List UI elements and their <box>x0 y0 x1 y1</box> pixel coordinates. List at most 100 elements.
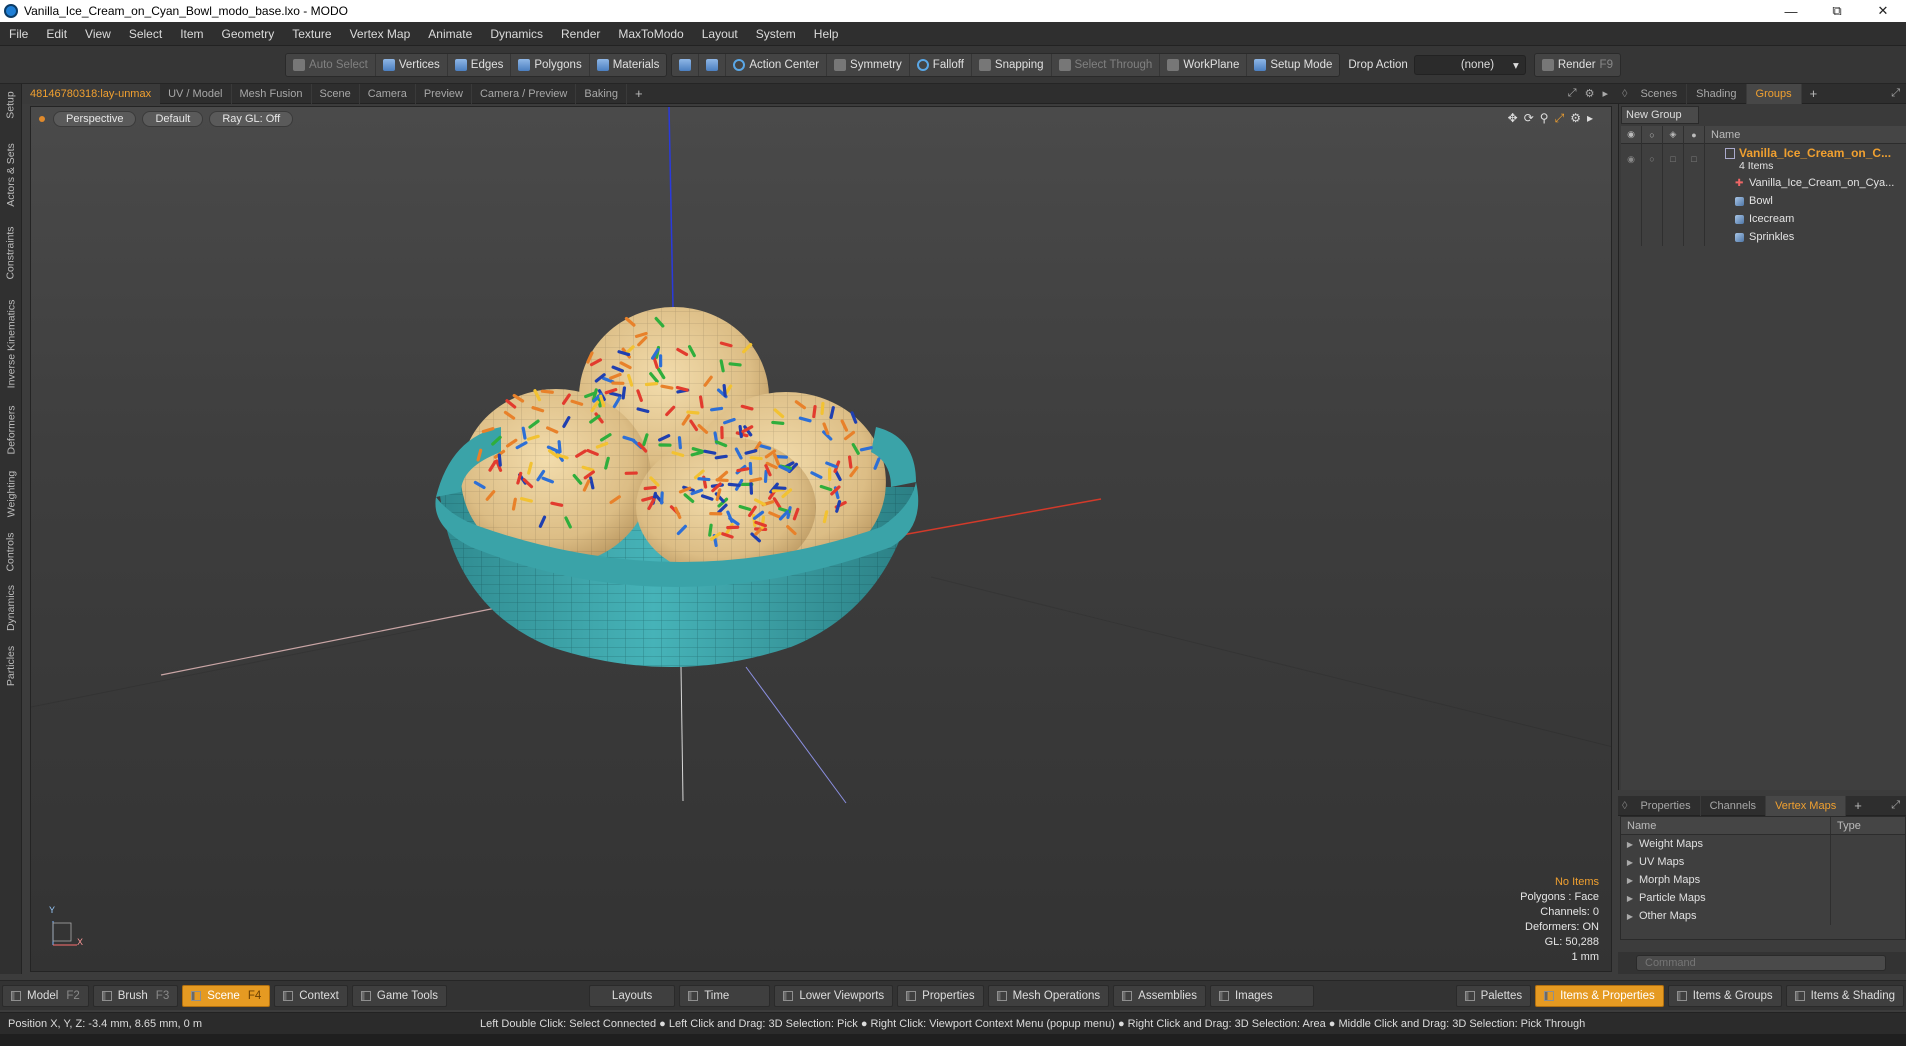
vertices-button[interactable]: Vertices <box>376 53 448 76</box>
menu-texture[interactable]: Texture <box>283 27 340 41</box>
expand-arrow-icon[interactable]: ▶ <box>1621 858 1639 867</box>
game-tools-layout-button[interactable]: Game Tools <box>351 984 448 1007</box>
command-input[interactable] <box>1636 955 1886 971</box>
brush-layout-button[interactable]: Brush F3 <box>92 984 179 1007</box>
pan-icon[interactable]: ✥ <box>1508 111 1518 126</box>
expand-arrow-icon[interactable]: ▶ <box>1621 840 1639 849</box>
menu-item[interactable]: Item <box>171 27 212 41</box>
properties-button[interactable]: Properties <box>897 984 984 1007</box>
setup-mode-button[interactable]: Setup Mode <box>1247 54 1339 76</box>
name-column-header[interactable]: Name <box>1705 129 1740 141</box>
add-tab-button[interactable]: + <box>627 86 651 101</box>
falloff-button[interactable]: Falloff <box>910 53 972 76</box>
menu-layout[interactable]: Layout <box>693 27 747 41</box>
mesh-operations-button[interactable]: Mesh Operations <box>987 984 1110 1007</box>
add-props-tab-button[interactable]: + <box>1846 798 1870 813</box>
vtab-controls[interactable]: Controls <box>2 528 20 576</box>
more-icon[interactable]: ▸ <box>1587 111 1593 126</box>
time-button[interactable]: Time <box>679 984 771 1007</box>
snapping-button[interactable]: Snapping <box>972 53 1052 76</box>
edges-button[interactable]: Edges <box>448 53 512 76</box>
tab-vertex-maps[interactable]: Vertex Maps <box>1766 795 1847 816</box>
menu-select[interactable]: Select <box>120 27 171 41</box>
menu-file[interactable]: File <box>0 27 37 41</box>
vtab-weighting[interactable]: Weighting <box>2 466 20 522</box>
close-button[interactable]: ✕ <box>1860 0 1906 22</box>
lower-viewports-button[interactable]: Lower Viewports <box>774 984 894 1007</box>
materials-button[interactable]: Materials <box>590 54 667 76</box>
rotate-icon[interactable]: ⟳ <box>1524 111 1534 126</box>
vtab-setup[interactable]: Setup <box>2 88 20 122</box>
tab-scenes[interactable]: Scenes <box>1631 83 1688 104</box>
context-layout-button[interactable]: Context <box>274 984 348 1007</box>
vtab-actors-sets[interactable]: Actors & Sets <box>2 140 20 210</box>
menu-vertex-map[interactable]: Vertex Map <box>341 27 420 41</box>
new-group-button[interactable]: New Group <box>1621 106 1699 124</box>
items-properties-button[interactable]: Items & Properties <box>1535 984 1664 1007</box>
group-row-root[interactable]: ◉ ○ □ □ Vanilla_Ice_Cream_on_C... 4 Items <box>1621 144 1906 174</box>
group-row-bowl[interactable]: Bowl <box>1621 192 1906 210</box>
menu-system[interactable]: System <box>747 27 805 41</box>
vtab-particles[interactable]: Particles <box>2 640 20 692</box>
assemblies-button[interactable]: Assemblies <box>1113 984 1206 1007</box>
render-toggle[interactable]: ○ <box>1642 144 1663 174</box>
group-row-icecream[interactable]: Icecream <box>1621 210 1906 228</box>
render-button[interactable]: Render F9 <box>1535 54 1620 76</box>
add-right-tab-button[interactable]: + <box>1802 86 1826 101</box>
view-type-dropdown[interactable]: Perspective <box>53 111 137 127</box>
menu-edit[interactable]: Edit <box>37 27 76 41</box>
tab-uv-model[interactable]: UV / Model <box>160 83 232 104</box>
vm-row-uv[interactable]: ▶ UV Maps <box>1621 853 1905 871</box>
scene-layout-button[interactable]: Scene F4 <box>182 984 271 1007</box>
items-groups-button[interactable]: Items & Groups <box>1667 984 1782 1007</box>
palettes-button[interactable]: Palettes <box>1455 984 1532 1007</box>
tab-scene[interactable]: Scene <box>312 83 360 104</box>
select-toggle[interactable]: □ <box>1684 144 1705 174</box>
vtab-dynamics[interactable]: Dynamics <box>2 582 20 634</box>
item-mode-button[interactable] <box>672 53 700 76</box>
vtab-deformers[interactable]: Deformers <box>2 402 20 458</box>
maximize-icon[interactable]: ⤢ <box>1568 87 1577 100</box>
vtab-inverse-kinematics[interactable]: Inverse Kinematics <box>2 294 20 394</box>
expand-icon[interactable]: ⤢ <box>1891 87 1906 100</box>
auto-select-button[interactable]: Auto Select <box>286 53 376 76</box>
symmetry-button[interactable]: Symmetry <box>827 53 910 76</box>
zoom-icon[interactable]: ⚲ <box>1540 111 1549 126</box>
raygl-toggle[interactable]: Ray GL: Off <box>209 111 294 127</box>
pivot-mode-button[interactable] <box>699 53 727 76</box>
menu-render[interactable]: Render <box>552 27 609 41</box>
visibility-toggle[interactable]: ◉ <box>1621 144 1642 174</box>
tab-layout-unmax[interactable]: 48146780318:lay-unmax <box>22 83 161 104</box>
tab-groups[interactable]: Groups <box>1746 83 1802 104</box>
vm-type-header[interactable]: Type <box>1831 817 1861 834</box>
drop-action-select[interactable]: (none) ▾ <box>1413 54 1526 75</box>
select-through-button[interactable]: Select Through <box>1052 53 1161 76</box>
3d-viewport[interactable]: Perspective Default Ray GL: Off ✥ ⟳ ⚲ ⤢ … <box>30 106 1612 972</box>
tab-shading[interactable]: Shading <box>1687 83 1747 104</box>
gear-icon[interactable]: ⚙ <box>1585 87 1595 100</box>
vm-row-other[interactable]: ▶ Other Maps <box>1621 907 1905 925</box>
restore-button[interactable]: ⧉ <box>1814 0 1860 22</box>
tab-channels[interactable]: Channels <box>1701 795 1767 816</box>
visibility-column-icon[interactable]: ◉ <box>1621 125 1642 144</box>
lock-column-icon[interactable]: ◈ <box>1663 125 1684 144</box>
vm-row-morph[interactable]: ▶ Morph Maps <box>1621 871 1905 889</box>
menu-geometry[interactable]: Geometry <box>213 27 284 41</box>
expand-icon[interactable]: ⤢ <box>1891 799 1906 812</box>
tab-camera[interactable]: Camera <box>360 83 416 104</box>
tab-baking[interactable]: Baking <box>576 83 628 104</box>
fit-icon[interactable]: ⤢ <box>1555 111 1565 126</box>
tab-camera-preview[interactable]: Camera / Preview <box>472 83 577 104</box>
items-shading-button[interactable]: Items & Shading <box>1785 984 1904 1007</box>
vm-name-header[interactable]: Name <box>1621 817 1831 834</box>
expand-arrow-icon[interactable]: ▶ <box>1621 912 1639 921</box>
select-column-icon[interactable]: ● <box>1684 125 1705 144</box>
group-row-sprinkles[interactable]: Sprinkles <box>1621 228 1906 246</box>
shading-dropdown[interactable]: Default <box>142 111 204 127</box>
tab-mesh-fusion[interactable]: Mesh Fusion <box>232 83 312 104</box>
lock-toggle[interactable]: □ <box>1663 144 1684 174</box>
menu-dynamics[interactable]: Dynamics <box>481 27 552 41</box>
vm-row-particle[interactable]: ▶ Particle Maps <box>1621 889 1905 907</box>
expand-arrow-icon[interactable]: ▶ <box>1621 876 1639 885</box>
menu-animate[interactable]: Animate <box>419 27 481 41</box>
